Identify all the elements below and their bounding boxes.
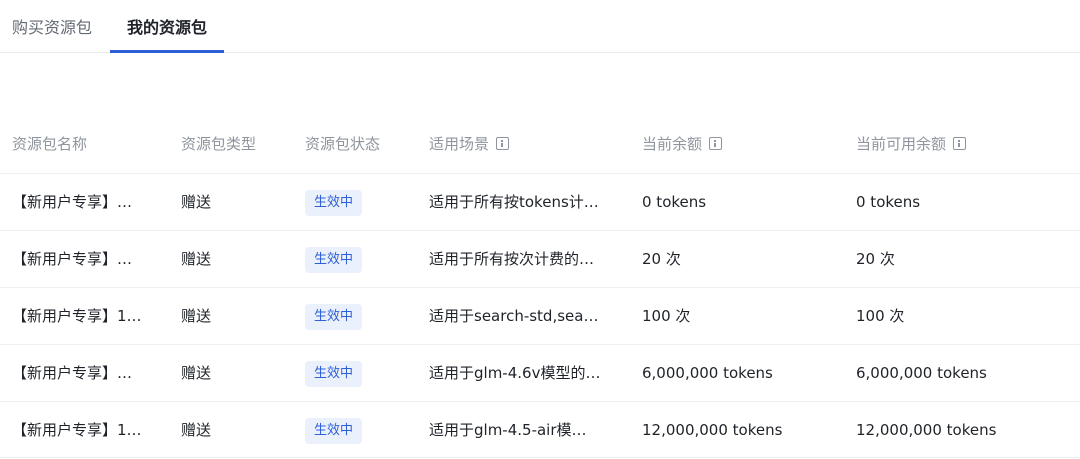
status-badge: 生效中 — [305, 246, 363, 273]
pack-available-balance: 6,000,000 tokens — [856, 364, 987, 382]
table-row: 【新用户专享】… 赠送 生效中 适用于所有按tokens计… 0 tokens … — [0, 173, 1080, 230]
pack-scene[interactable]: 适用于glm-4.6v模型的… — [429, 345, 607, 402]
pack-status: 生效中 — [305, 402, 415, 459]
pack-name[interactable]: 【新用户专享】… — [12, 174, 152, 231]
pack-balance: 20 次 — [642, 250, 681, 268]
pack-type: 赠送 — [181, 364, 212, 382]
tab-bar: 购买资源包 我的资源包 — [0, 0, 1080, 53]
info-icon[interactable] — [496, 137, 510, 150]
column-header-type: 资源包类型 — [181, 135, 257, 153]
pack-name[interactable]: 【新用户专享】1… — [12, 402, 152, 459]
status-badge: 生效中 — [305, 303, 363, 330]
table-row: 【新用户专享】1… 赠送 生效中 适用于glm-4.5-air模… 12,000… — [0, 401, 1080, 458]
column-header-balance: 当前余额 — [642, 116, 832, 173]
pack-available-balance: 100 次 — [856, 307, 905, 325]
tab-my-resource-pack[interactable]: 我的资源包 — [110, 0, 224, 53]
table-row: 【新用户专享】… 赠送 生效中 适用于glm-4.6v模型的… 6,000,00… — [0, 344, 1080, 401]
status-badge: 生效中 — [305, 360, 363, 387]
pack-scene[interactable]: 适用于所有按次计费的… — [429, 231, 607, 288]
pack-available-balance: 20 次 — [856, 250, 895, 268]
pack-balance: 100 次 — [642, 307, 691, 325]
column-header-scene: 适用场景 — [429, 116, 607, 173]
pack-type: 赠送 — [181, 193, 212, 211]
pack-balance: 0 tokens — [642, 193, 707, 211]
table-row: 【新用户专享】1… 赠送 生效中 适用于search-std,sea… 100 … — [0, 287, 1080, 344]
status-badge: 生效中 — [305, 189, 363, 216]
pack-status: 生效中 — [305, 288, 415, 345]
pack-name[interactable]: 【新用户专享】… — [12, 231, 152, 288]
pack-balance: 6,000,000 tokens — [642, 364, 773, 382]
pack-status: 生效中 — [305, 231, 415, 288]
active-tab-indicator — [110, 50, 224, 53]
pack-type: 赠送 — [181, 307, 212, 325]
tab-buy-resource-pack[interactable]: 购买资源包 — [12, 0, 92, 53]
column-header-name: 资源包名称 — [12, 135, 88, 153]
pack-balance: 12,000,000 tokens — [642, 421, 783, 439]
table-header: 资源包名称 资源包类型 资源包状态 适用场景 当前余额 当前可用余额 — [0, 116, 1080, 173]
pack-type: 赠送 — [181, 421, 212, 439]
column-header-available-balance: 当前可用余额 — [856, 116, 1076, 173]
info-icon[interactable] — [709, 137, 723, 150]
pack-scene[interactable]: 适用于glm-4.5-air模… — [429, 402, 607, 459]
status-badge: 生效中 — [305, 417, 363, 444]
pack-name[interactable]: 【新用户专享】… — [12, 345, 152, 402]
resource-pack-table: 资源包名称 资源包类型 资源包状态 适用场景 当前余额 当前可用余额 【新用户专… — [0, 116, 1080, 458]
pack-available-balance: 0 tokens — [856, 193, 921, 211]
info-icon[interactable] — [953, 137, 967, 150]
pack-name[interactable]: 【新用户专享】1… — [12, 288, 152, 345]
pack-scene[interactable]: 适用于所有按tokens计… — [429, 174, 607, 231]
column-header-status: 资源包状态 — [305, 135, 381, 153]
pack-scene[interactable]: 适用于search-std,sea… — [429, 288, 607, 345]
pack-status: 生效中 — [305, 345, 415, 402]
pack-status: 生效中 — [305, 174, 415, 231]
table-row: 【新用户专享】… 赠送 生效中 适用于所有按次计费的… 20 次 20 次 — [0, 230, 1080, 287]
pack-type: 赠送 — [181, 250, 212, 268]
pack-available-balance: 12,000,000 tokens — [856, 421, 997, 439]
